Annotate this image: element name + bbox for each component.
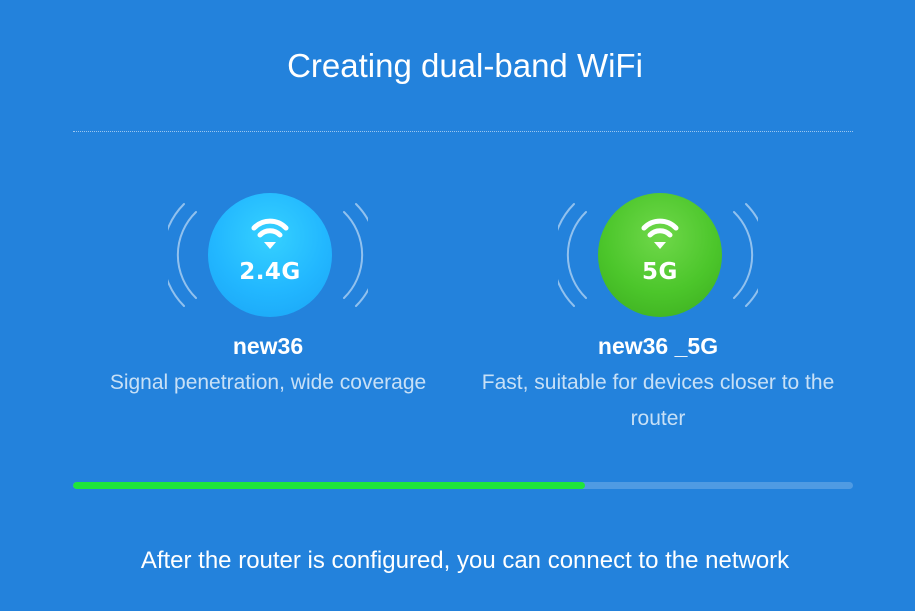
footer-message: After the router is configured, you can …	[140, 547, 790, 574]
band-circle: 2.4G	[208, 193, 332, 317]
band-label: 5G	[642, 259, 678, 285]
wifi-icon	[641, 218, 679, 249]
band-5g: 5G new36 _5G Fast, suitable for devices …	[463, 190, 853, 437]
page-title: Creating dual-band WiFi	[287, 47, 643, 84]
band-2-4g: 2.4G new36 Signal penetration, wide cove…	[73, 190, 463, 401]
ssid-name: new36 _5G	[597, 333, 719, 359]
band-circle: 5G	[598, 193, 722, 317]
dotted-divider	[73, 131, 853, 132]
wifi-setup-page: Creating dual-band WiFi 2.4G new36 Signa…	[0, 0, 915, 611]
band-2-4g-badge: 2.4G	[168, 190, 368, 320]
ssid-name: new36	[232, 333, 304, 359]
band-5g-badge: 5G	[558, 190, 758, 320]
band-label: 2.4G	[239, 259, 301, 285]
band-description: Fast, suitable for devices closer to the…	[481, 371, 835, 430]
band-description: Signal penetration, wide coverage	[109, 371, 427, 394]
progress-fill	[73, 482, 585, 489]
setup-progress-bar	[73, 482, 853, 489]
wifi-icon	[251, 218, 289, 249]
